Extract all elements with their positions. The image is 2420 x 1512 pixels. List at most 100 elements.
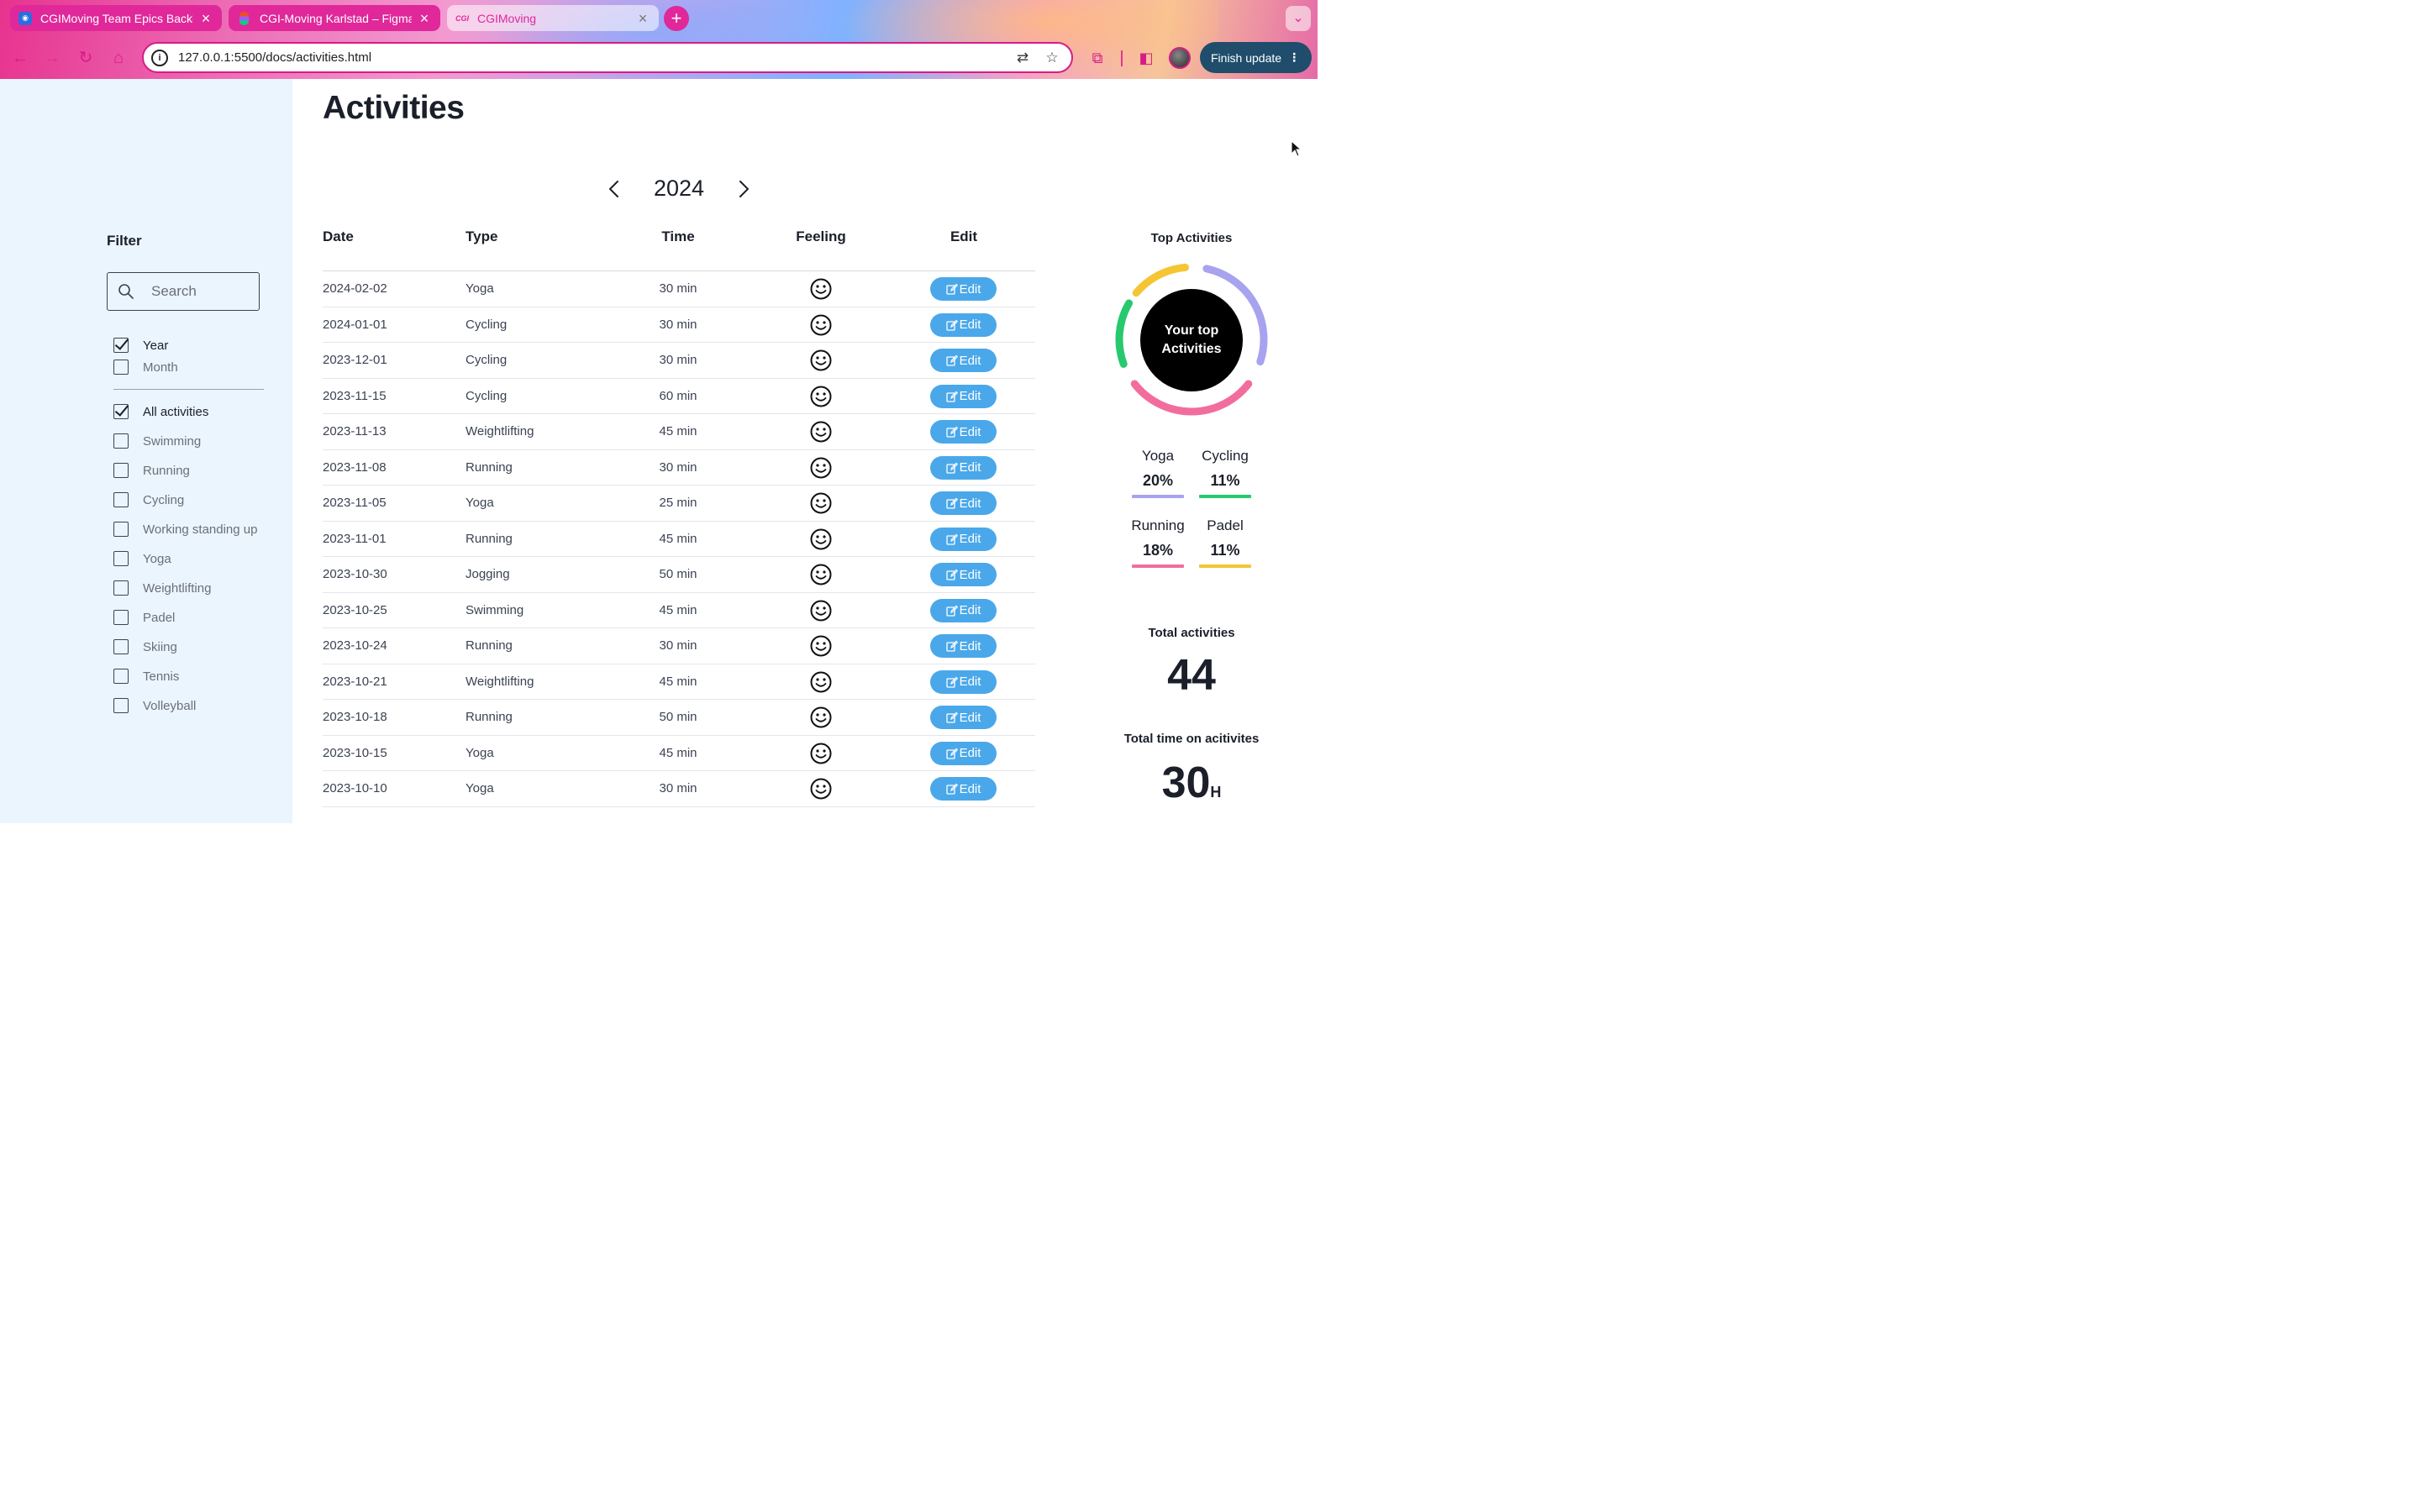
edit-button[interactable]: Edit [930, 527, 997, 551]
cell-time: 30 min [659, 781, 697, 795]
filter-sidebar: Filter Year Month All activities Swimmin… [0, 79, 292, 823]
url-text[interactable]: 127.0.0.1:5500/docs/activities.html [178, 50, 1013, 65]
filter-month[interactable]: Month [113, 360, 178, 375]
cgi-logo-icon: CGI [455, 13, 470, 23]
checkbox-volleyball[interactable] [113, 698, 129, 713]
close-tab-icon[interactable]: × [635, 11, 650, 26]
filter-weightlifting[interactable]: Weightlifting [113, 580, 211, 596]
edit-button[interactable]: Edit [930, 777, 997, 801]
filter-cycling[interactable]: Cycling [113, 492, 184, 507]
finish-update-button[interactable]: Finish update ⋮ [1200, 42, 1312, 73]
filter-running[interactable]: Running [113, 463, 190, 478]
smiley-face-icon [810, 528, 832, 549]
total-time-unit: H [1210, 784, 1222, 801]
edit-button[interactable]: Edit [930, 741, 997, 765]
filter-year[interactable]: Year [113, 338, 168, 353]
checkbox-padel[interactable] [113, 610, 129, 625]
filter-title: Filter [107, 233, 142, 249]
chevron-right-icon[interactable] [733, 178, 755, 200]
checkbox-label: Skiing [143, 639, 177, 654]
edit-icon [945, 319, 958, 331]
checkbox-tennis[interactable] [113, 669, 129, 684]
tab-cgimoving[interactable]: CGI CGIMoving × [447, 5, 659, 31]
stat-color-bar [1132, 564, 1184, 568]
smiley-face-icon [810, 278, 832, 300]
edit-button[interactable]: Edit [930, 706, 997, 729]
filter-swimming[interactable]: Swimming [113, 433, 201, 449]
checkbox-year[interactable] [113, 338, 129, 353]
more-menu-icon[interactable]: ⋮ [1288, 50, 1300, 65]
edit-icon [945, 640, 958, 652]
checkbox-skiing[interactable] [113, 639, 129, 654]
edit-button[interactable]: Edit [930, 669, 997, 694]
filter-tennis[interactable]: Tennis [113, 669, 179, 684]
cell-type: Yoga [466, 745, 494, 760]
cell-type: Cycling [466, 388, 508, 403]
donut-arc-cycling [1115, 299, 1134, 368]
tab-search-button[interactable]: ⌄ [1286, 6, 1311, 31]
filter-working-standing-up[interactable]: Working standing up [113, 522, 257, 537]
checkbox-label: Running [143, 463, 190, 478]
checkbox-cycling[interactable] [113, 492, 129, 507]
edit-button[interactable]: Edit [930, 455, 997, 480]
checkbox-all-activities[interactable] [113, 404, 129, 419]
edit-button[interactable]: Edit [930, 277, 997, 301]
cell-date: 2023-10-10 [323, 781, 387, 795]
smiley-face-icon [810, 386, 832, 407]
smiley-face-icon [810, 706, 832, 728]
cell-date: 2024-01-01 [323, 317, 387, 332]
donut-center-line1: Your top [1164, 323, 1219, 338]
cell-type: Cycling [466, 353, 508, 367]
edit-button[interactable]: Edit [930, 349, 997, 372]
close-tab-icon[interactable]: × [417, 11, 432, 26]
site-info-icon[interactable]: i [151, 49, 168, 66]
close-tab-icon[interactable]: × [198, 11, 213, 26]
edit-label: Edit [959, 281, 981, 297]
edit-button[interactable]: Edit [930, 384, 997, 408]
checkbox-label: Month [143, 360, 178, 375]
edit-icon [945, 569, 958, 580]
edit-button[interactable]: Edit [930, 420, 997, 444]
checkbox-running[interactable] [113, 463, 129, 478]
edit-button[interactable]: Edit [930, 598, 997, 622]
header-date: Date [323, 228, 354, 244]
tab-figma[interactable]: CGI-Moving Karlstad – Figma × [229, 5, 440, 31]
filter-skiing[interactable]: Skiing [113, 639, 177, 654]
search-input[interactable] [151, 283, 244, 300]
checkbox-yoga[interactable] [113, 551, 129, 566]
stat-running: Running 18% [1124, 517, 1192, 568]
figma-icon [239, 11, 249, 25]
edit-button[interactable]: Edit [930, 563, 997, 586]
forward-icon[interactable]: → [41, 47, 63, 69]
edit-label: Edit [959, 781, 981, 796]
checkbox-weightlifting[interactable] [113, 580, 129, 596]
filter-yoga[interactable]: Yoga [113, 551, 171, 566]
filter-padel[interactable]: Padel [113, 610, 175, 625]
address-bar[interactable]: i 127.0.0.1:5500/docs/activities.html ⇄ … [142, 42, 1073, 73]
checkbox-swimming[interactable] [113, 433, 129, 449]
edit-button[interactable]: Edit [930, 312, 997, 337]
new-tab-button[interactable]: + [664, 6, 689, 31]
tab-cgimoving-backlog[interactable]: ◉ CGIMoving Team Epics Backlog × [10, 5, 222, 31]
side-panel-icon[interactable]: ◧ [1135, 47, 1157, 69]
checkbox-working-standing-up[interactable] [113, 522, 129, 537]
filter-volleyball[interactable]: Volleyball [113, 698, 196, 713]
back-icon[interactable]: ← [9, 47, 31, 69]
checkbox-month[interactable] [113, 360, 129, 375]
edit-button[interactable]: Edit [930, 634, 997, 658]
profile-avatar[interactable] [1169, 47, 1191, 69]
home-icon[interactable]: ⌂ [108, 47, 129, 69]
translate-icon[interactable]: ⇄ [1013, 50, 1033, 66]
search-box[interactable] [107, 272, 260, 311]
reload-icon[interactable]: ↻ [75, 47, 97, 69]
smiley-face-icon [810, 743, 832, 764]
bookmark-star-icon[interactable]: ☆ [1042, 50, 1062, 66]
table-row: 2024-01-01 Cycling 30 min Edit [323, 307, 1035, 343]
cell-type: Running [466, 638, 513, 653]
cell-type: Jogging [466, 567, 510, 581]
filter-all-activities[interactable]: All activities [113, 404, 208, 419]
edit-button[interactable]: Edit [930, 491, 997, 515]
stat-percent: 11% [1210, 542, 1240, 559]
extensions-icon[interactable]: ⧉ [1086, 47, 1108, 69]
total-time-value: 30 [1161, 759, 1211, 807]
